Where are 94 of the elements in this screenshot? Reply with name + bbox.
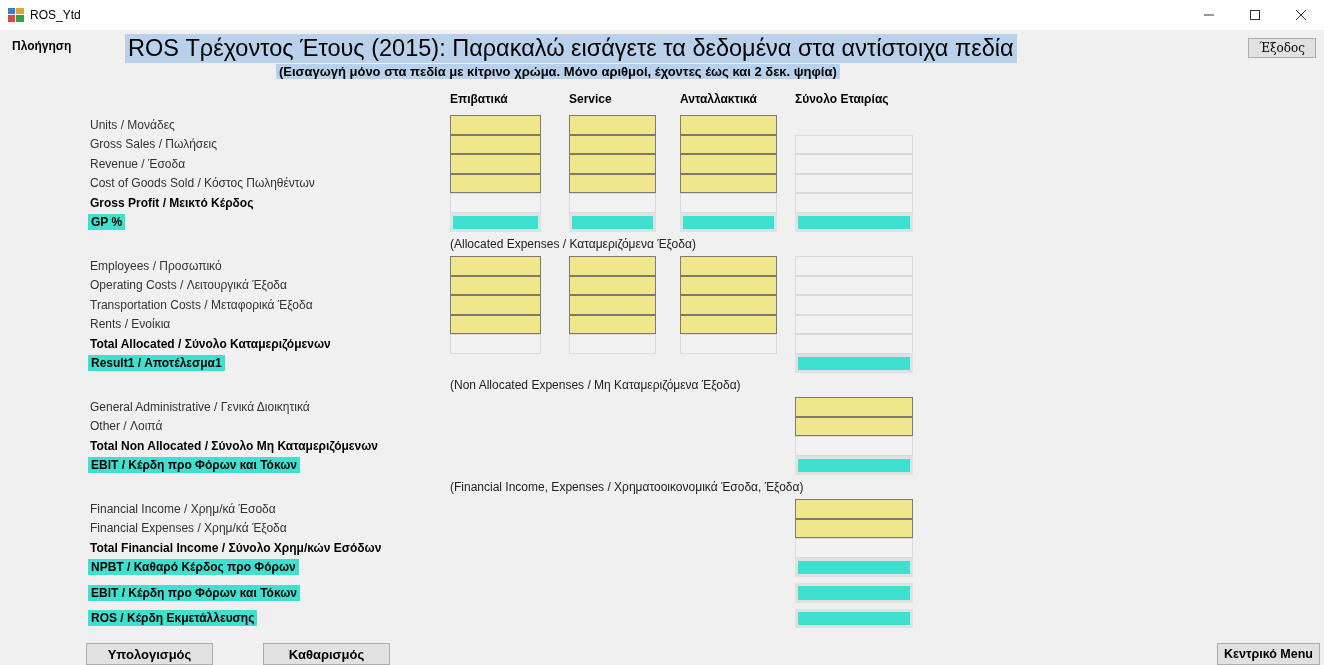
input-field[interactable] (569, 134, 656, 154)
result-field[interactable] (795, 353, 913, 373)
input-field[interactable] (680, 275, 777, 295)
row-label: Cost of Goods Sold / Κόστος Πωληθέντων (90, 175, 315, 192)
total-field[interactable] (795, 314, 913, 334)
result-field[interactable] (680, 212, 777, 232)
navigation-label: Πλοήγηση (12, 39, 73, 53)
input-field[interactable] (450, 295, 541, 315)
row-label: Revenue / Έσοδα (90, 155, 186, 172)
section-note: (Allocated Expenses / Καταμεριζόμενα Έξοδα) (450, 237, 697, 251)
input-field[interactable] (569, 314, 656, 334)
row-label: Transportation Costs / Μεταφορικά Έξοδα (90, 296, 313, 313)
main-menu-button[interactable]: Κεντρικό Menu (1217, 643, 1320, 665)
total-field[interactable] (795, 275, 913, 295)
row-label: Gross Sales / Πωλήσεις (90, 136, 218, 153)
input-field[interactable] (680, 115, 777, 135)
result-field[interactable] (795, 455, 913, 475)
result-field[interactable] (795, 583, 913, 603)
row-label: Rents / Ενοίκια (90, 316, 171, 333)
total-field[interactable] (795, 538, 913, 558)
total-field[interactable] (450, 334, 541, 354)
result-field[interactable] (795, 557, 913, 577)
result-field[interactable] (569, 212, 656, 232)
app-icon (8, 8, 24, 22)
row-label: Total Allocated / Σύνολο Καταμεριζόμενων (90, 335, 331, 352)
input-field[interactable] (680, 295, 777, 315)
total-field[interactable] (569, 193, 656, 213)
input-field[interactable] (795, 499, 913, 519)
result-label: EBIT / Κέρδη προ Φόρων και Τόκων (88, 457, 300, 474)
row-label: Total Non Allocated / Σύνολο Μη Καταμεριζόμενων (90, 437, 379, 454)
total-field[interactable] (795, 154, 913, 174)
input-field[interactable] (569, 154, 656, 174)
page-title: ROS Τρέχοντος Έτους (2015): Παρακαλώ εισάγετε τα δεδομένα στα αντίστοιχα πεδία (125, 34, 1017, 63)
input-field[interactable] (680, 256, 777, 276)
row-label: General Administrative / Γενικά Διοικητικά (90, 398, 310, 415)
result-label: ROS / Κέρδη Εκμετάλλευσης (88, 610, 258, 627)
input-field[interactable] (450, 154, 541, 174)
total-field[interactable] (795, 436, 913, 456)
input-field[interactable] (450, 173, 541, 193)
total-field[interactable] (680, 193, 777, 213)
column-header: Σύνολο Εταιρίας (795, 92, 890, 106)
close-icon[interactable] (1296, 10, 1306, 20)
row-label: Gross Profit / Μεικτό Κέρδος (90, 194, 254, 211)
section-note: (Non Allocated Expenses / Μη Καταμεριζόμενα Έξοδα) (450, 378, 742, 392)
input-field[interactable] (795, 416, 913, 436)
total-field[interactable] (450, 193, 541, 213)
row-label: Other / Λοιπά (90, 418, 163, 435)
instructions-text: (Εισαγωγή μόνο στα πεδία με κίτρινο χρώμα. Μόνο αριθμοί, έχοντες έως και 2 δεκ. ψηφία) (276, 64, 840, 79)
result-label: GP % (88, 214, 126, 231)
row-label: Financial Income / Χρημ/κά Έσοδα (90, 500, 276, 517)
column-header: Ανταλλακτικά (680, 92, 758, 106)
result-label: NPBT / Καθαρό Κέρδος προ Φόρων (88, 559, 299, 576)
input-field[interactable] (450, 115, 541, 135)
total-field[interactable] (795, 295, 913, 315)
total-field[interactable] (795, 193, 913, 213)
row-label: Employees / Προσωπικό (90, 257, 222, 274)
input-field[interactable] (450, 314, 541, 334)
total-field[interactable] (795, 334, 913, 354)
total-field[interactable] (795, 134, 913, 154)
row-label: Total Financial Income / Σύνολο Χρημ/κών Εσόδων (90, 539, 382, 556)
result-field[interactable] (795, 608, 913, 628)
input-field[interactable] (450, 275, 541, 295)
input-field[interactable] (569, 173, 656, 193)
total-field[interactable] (795, 256, 913, 276)
input-field[interactable] (795, 397, 913, 417)
total-field[interactable] (795, 173, 913, 193)
total-field[interactable] (680, 334, 777, 354)
exit-button[interactable]: Έξοδος (1248, 38, 1316, 58)
input-field[interactable] (569, 256, 656, 276)
result-field[interactable] (795, 212, 913, 232)
column-header: Service (569, 92, 613, 106)
input-field[interactable] (569, 115, 656, 135)
clear-button[interactable]: Καθαρισμός (263, 643, 390, 665)
input-field[interactable] (569, 275, 656, 295)
result-label: Result1 / Αποτέλεσμα1 (88, 355, 225, 372)
input-field[interactable] (680, 154, 777, 174)
section-note: (Financial Income, Expenses / Χρηματοοικονομικά Έσοδα, Έξοδα) (450, 480, 805, 494)
column-header: Επιβατικά (450, 92, 509, 106)
input-field[interactable] (569, 295, 656, 315)
result-field[interactable] (450, 212, 541, 232)
input-field[interactable] (450, 134, 541, 154)
input-field[interactable] (450, 256, 541, 276)
window-title: ROS_Ytd (30, 8, 82, 22)
row-label: Units / Μονάδες (90, 116, 175, 133)
input-field[interactable] (680, 134, 777, 154)
input-field[interactable] (680, 314, 777, 334)
maximize-icon[interactable] (1250, 10, 1260, 20)
input-field[interactable] (680, 173, 777, 193)
row-label: Operating Costs / Λειτουργικά Έξοδα (90, 277, 287, 294)
input-field[interactable] (795, 518, 913, 538)
total-field[interactable] (569, 334, 656, 354)
calculate-button[interactable]: Υπολογισμός (86, 643, 213, 665)
result-label: EBIT / Κέρδη προ Φόρων και Τόκων (88, 584, 300, 601)
row-label: Financial Expenses / Χρημ/κά Έξοδα (90, 520, 287, 537)
